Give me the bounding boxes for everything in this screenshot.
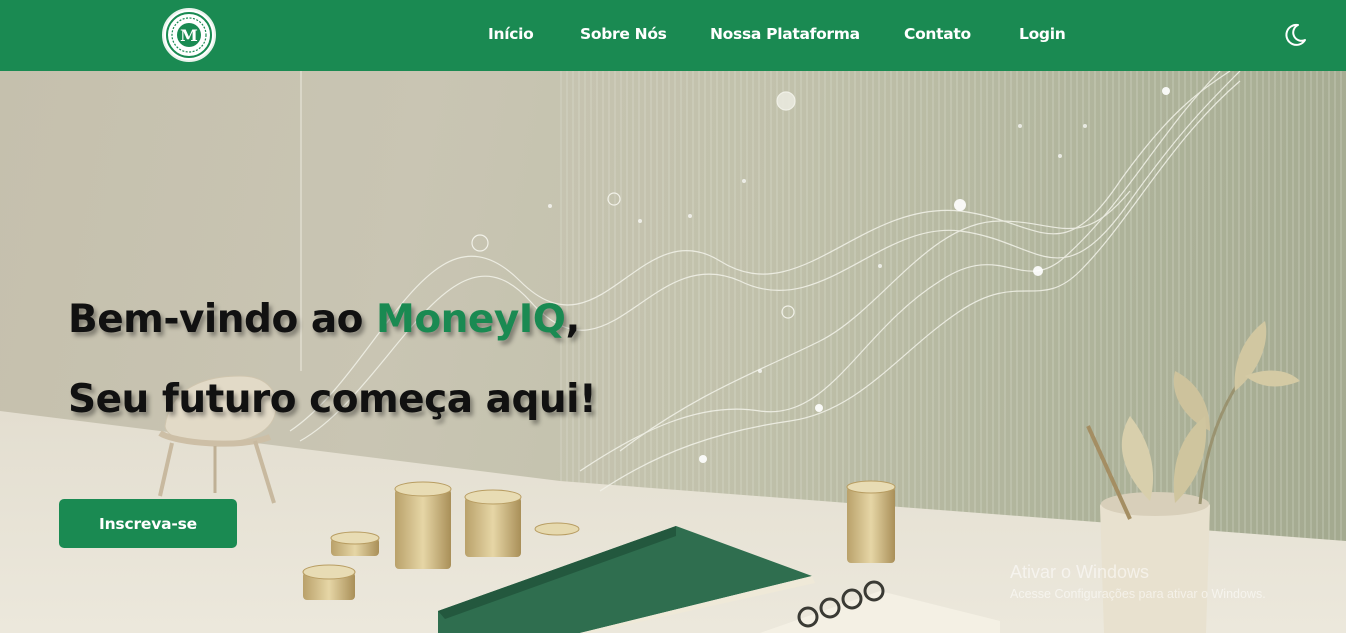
signup-button[interactable]: Inscreva-se [59,499,237,548]
hero-headline-line1: Bem-vindo ao MoneyIQ, [68,297,580,342]
windows-activation-watermark: Ativar o Windows Acesse Configurações pa… [1010,562,1266,601]
nav-link-inicio[interactable]: Início [488,25,534,43]
moon-icon[interactable] [1281,21,1309,49]
nav-link-sobre-nos[interactable]: Sobre Nós [580,25,667,43]
moneyiq-logo[interactable]: M [162,8,216,62]
nav-link-login[interactable]: Login [1019,25,1066,43]
watermark-title: Ativar o Windows [1010,562,1150,582]
watermark-subtitle: Acesse Configurações para ativar o Windo… [1010,587,1266,601]
headline-prefix: Bem-vindo ao [68,297,377,342]
nav-link-contato[interactable]: Contato [904,25,971,43]
logo-letter: M [180,26,198,45]
hero-background-illustration [0,71,1346,633]
logo-emblem-icon: M [166,12,212,58]
top-navbar: M Início Sobre Nós Nossa Plataforma Cont… [0,0,1346,71]
nav-link-nossa-plataforma[interactable]: Nossa Plataforma [710,25,860,43]
headline-suffix: , [565,297,580,342]
hero-section: Bem-vindo ao MoneyIQ, Seu futuro começa … [0,71,1346,633]
hero-headline-line2: Seu futuro começa aqui! [68,377,597,422]
brand-name: MoneyIQ [376,297,566,342]
